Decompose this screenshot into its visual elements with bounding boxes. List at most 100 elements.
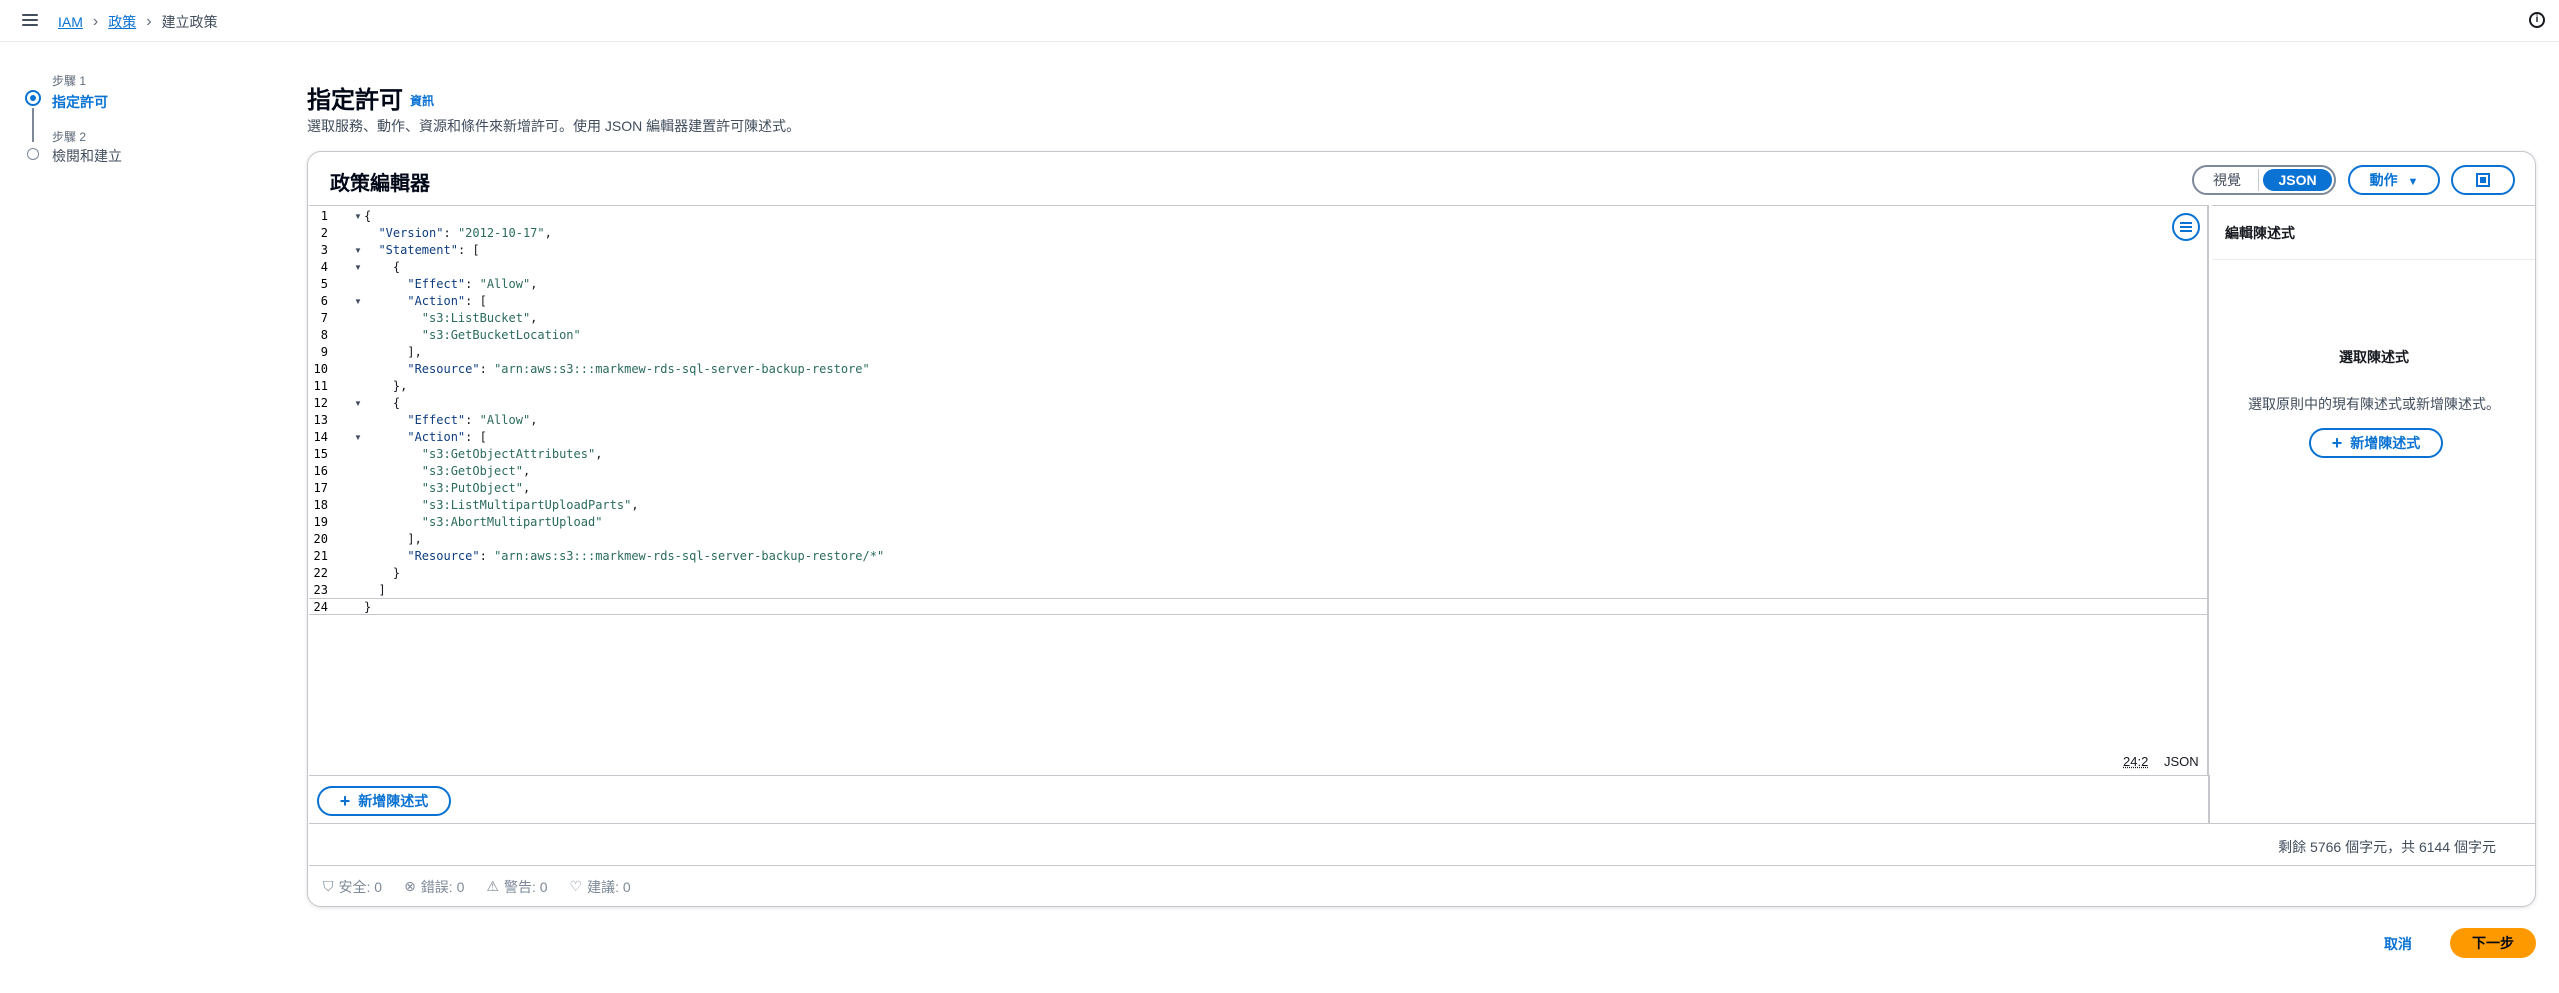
fold-arrow-icon[interactable]: ▼ <box>354 242 362 259</box>
character-count-row: 剩餘 5766 個字元，共 6144 個字元 <box>309 823 2535 865</box>
code-line: "s3:ListMultipartUploadParts", <box>421 498 639 512</box>
errors-count[interactable]: ⊗ 錯誤: 0 <box>404 877 464 897</box>
top-navigation: IAM › 政策 › 建立政策 i <box>0 0 2559 42</box>
line-number: 10 <box>313 362 328 376</box>
visual-mode-option[interactable]: 視覺 <box>2196 169 2260 191</box>
step-2-title: 檢閱和建立 <box>52 148 122 164</box>
line-number: 11 <box>313 379 328 393</box>
line-number: 23 <box>313 583 328 597</box>
line-number: 1 <box>320 209 328 223</box>
add-statement-label: 新增陳述式 <box>358 793 429 809</box>
json-mode-option[interactable]: JSON <box>2263 169 2332 191</box>
code-line: "Action": [ <box>407 294 487 308</box>
error-icon: ⊗ <box>404 878 416 894</box>
code-line: "Statement": [ <box>378 243 480 257</box>
line-number: 17 <box>313 481 328 495</box>
add-statement-button[interactable]: + 新增陳述式 <box>317 786 451 816</box>
fold-arrow-icon[interactable]: ▼ <box>354 429 362 446</box>
breadcrumb-current: 建立政策 <box>161 14 218 30</box>
line-number: 5 <box>320 277 328 291</box>
add-statement-row: + 新增陳述式 <box>309 775 2210 823</box>
panel-title: 編輯陳述式 <box>2225 225 2295 241</box>
info-link[interactable]: 資訊 <box>410 92 434 109</box>
info-icon[interactable]: i <box>2529 12 2545 28</box>
step-active-icon <box>25 90 41 106</box>
step-1-title[interactable]: 指定許可 <box>52 92 108 112</box>
breadcrumb-policies[interactable]: 政策 <box>108 12 136 32</box>
line-number: 3 <box>320 243 328 257</box>
code-line: } <box>364 600 372 614</box>
character-count: 剩餘 5766 個字元，共 6144 個字元 <box>2278 839 2496 855</box>
fold-arrow-icon[interactable]: ▼ <box>354 208 362 225</box>
panel-add-statement-button[interactable]: + 新增陳述式 <box>2309 428 2443 458</box>
line-number: 6 <box>320 294 328 308</box>
cancel-button[interactable]: 取消 <box>2384 934 2412 954</box>
code-line: "s3:GetBucketLocation" <box>421 328 581 342</box>
menu-icon[interactable] <box>22 12 38 28</box>
line-number: 21 <box>313 549 328 563</box>
plus-icon: + <box>2331 433 2343 453</box>
policy-editor-container: 政策編輯器 視覺 JSON 動作 ▼ 1 ▼ 2 3 ▼ 4 ▼ 5 6 ▼ 7 8 9… <box>307 151 2536 907</box>
line-number: 12 <box>313 396 328 410</box>
code-line: "s3:PutObject", <box>421 481 531 495</box>
line-number: 16 <box>313 464 328 478</box>
empty-state-title: 選取陳述式 <box>2339 349 2409 365</box>
code-line: { <box>364 260 401 274</box>
breadcrumb-iam[interactable]: IAM <box>58 14 83 30</box>
fullscreen-button[interactable] <box>2451 165 2515 195</box>
line-number: 7 <box>320 311 328 325</box>
warning-icon: ⚠ <box>486 878 499 894</box>
plus-icon: + <box>339 791 351 811</box>
actions-dropdown-button[interactable]: 動作 ▼ <box>2348 165 2440 195</box>
next-button[interactable]: 下一步 <box>2450 928 2536 958</box>
warnings-count[interactable]: ⚠ 警告: 0 <box>486 877 547 897</box>
code-line: ] <box>364 583 386 597</box>
cursor-position: 24:2 <box>2123 754 2149 769</box>
line-number: 9 <box>320 345 328 359</box>
empty-state-description: 選取原則中的現有陳述式或新增陳述式。 <box>2248 396 2500 412</box>
code-line: "Resource": "arn:aws:s3:::markmew-rds-sq… <box>407 549 885 563</box>
line-number: 24 <box>313 600 328 614</box>
code-line: } <box>364 566 401 580</box>
line-number: 14 <box>313 430 328 444</box>
suggestions-label: 建議: 0 <box>587 878 631 895</box>
code-line: { <box>364 396 401 410</box>
edit-statement-panel: 編輯陳述式 選取陳述式 選取原則中的現有陳述式或新增陳述式。 + 新增陳述式 <box>2212 205 2535 775</box>
step-1-number: 步驟 1 <box>52 74 87 88</box>
language-label: JSON <box>2164 754 2199 769</box>
code-line: "Effect": "Allow", <box>407 277 538 291</box>
fold-arrow-icon[interactable]: ▼ <box>354 259 362 276</box>
code-line: "Resource": "arn:aws:s3:::markmew-rds-sq… <box>407 362 870 376</box>
breadcrumb: IAM › 政策 › 建立政策 <box>58 12 218 32</box>
fold-arrow-icon[interactable]: ▼ <box>354 293 362 310</box>
line-number: 13 <box>313 413 328 427</box>
page-description: 選取服務、動作、資源和條件來新增許可。使用 JSON 編輯器建置許可陳述式。 <box>307 118 801 134</box>
caret-down-icon: ▼ <box>2407 176 2419 188</box>
code-line: ], <box>364 345 422 359</box>
line-number: 2 <box>320 226 328 240</box>
suggestions-count[interactable]: ♡ 建議: 0 <box>570 877 631 897</box>
step-2-number: 步驟 2 <box>52 130 87 144</box>
security-count[interactable]: ⛉ 安全: 0 <box>323 877 382 897</box>
line-number: 15 <box>313 447 328 461</box>
code-line: }, <box>364 379 408 393</box>
active-line-highlight <box>309 598 2207 615</box>
line-number: 20 <box>313 532 328 546</box>
actions-label: 動作 <box>2369 172 2398 188</box>
json-code-editor[interactable]: 1 ▼ 2 3 ▼ 4 ▼ 5 6 ▼ 7 8 9 10 11 12 ▼ 13 14 ▼ 1… <box>309 205 2209 775</box>
fold-arrow-icon[interactable]: ▼ <box>354 395 362 412</box>
panel-add-statement-label: 新增陳述式 <box>2350 435 2421 451</box>
policy-editor-title: 政策編輯器 <box>330 173 430 195</box>
line-number: 18 <box>313 498 328 512</box>
code-line: "s3:ListBucket", <box>421 311 538 325</box>
code-line: "Version": "2012-10-17", <box>378 226 552 240</box>
chevron-right-icon: › <box>146 13 152 30</box>
shield-icon: ⛉ <box>323 878 334 894</box>
lightbulb-icon: ♡ <box>569 878 583 894</box>
line-number: 22 <box>313 566 328 580</box>
validation-summary: ⛉ 安全: 0 ⊗ 錯誤: 0 ⚠ 警告: 0 ♡ 建議: 0 <box>309 865 2535 906</box>
line-number: 8 <box>320 328 328 342</box>
code-line: "Effect": "Allow", <box>407 413 538 427</box>
code-line: "s3:GetObject", <box>421 464 531 478</box>
preferences-icon[interactable] <box>2172 213 2200 241</box>
